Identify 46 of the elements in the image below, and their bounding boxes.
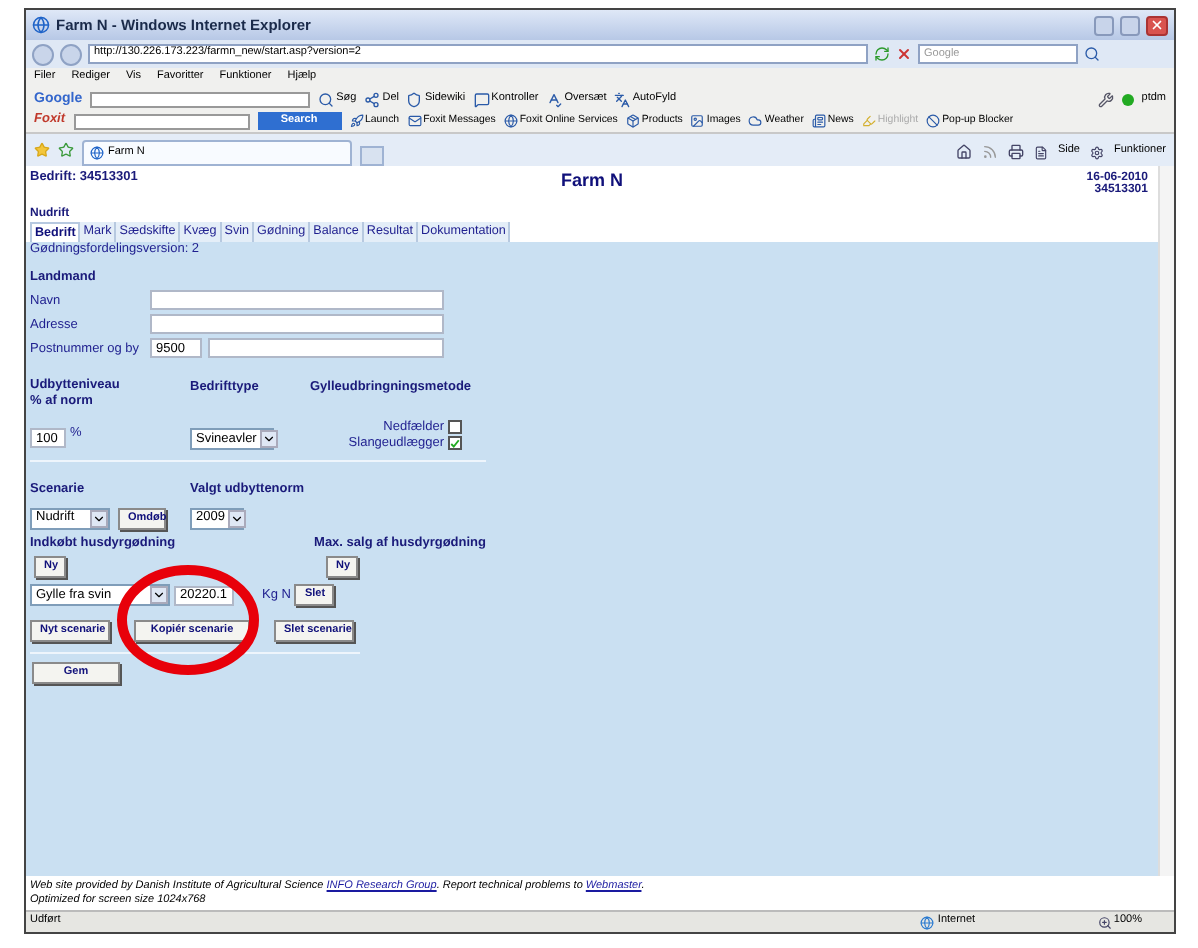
page-icon: [1033, 145, 1048, 159]
input-field[interactable]: [150, 290, 444, 311]
input-field[interactable]: [208, 338, 444, 359]
blocked-icon: [926, 114, 941, 128]
wrench-icon[interactable]: [1097, 91, 1114, 107]
browser-logo-icon: [32, 16, 50, 34]
new-tab-button[interactable]: [360, 146, 384, 166]
share-icon: [364, 91, 381, 107]
stop-icon[interactable]: [896, 46, 912, 62]
newspaper-icon: [811, 114, 826, 128]
translate-icon: [614, 91, 631, 107]
image-icon: [690, 114, 705, 128]
page-title: Farm N: [560, 172, 623, 190]
annotation-ellipse: [116, 564, 260, 676]
globe-icon: [919, 915, 934, 929]
globe-icon: [90, 146, 104, 160]
checkbox[interactable]: [448, 420, 462, 435]
cloud-icon: [748, 114, 763, 128]
speech-bubble-icon: [473, 91, 490, 107]
refresh-icon[interactable]: [874, 46, 890, 62]
minimize-button[interactable]: [1094, 15, 1114, 35]
forward-button[interactable]: [60, 43, 82, 65]
add-favorite-icon[interactable]: [58, 142, 74, 158]
favorites-star-icon[interactable]: [34, 142, 50, 158]
close-button[interactable]: [1146, 15, 1168, 35]
back-button[interactable]: [32, 43, 54, 65]
search-icon[interactable]: [1084, 46, 1100, 62]
search-icon: [318, 91, 335, 107]
feed-icon[interactable]: [981, 144, 998, 160]
home-icon[interactable]: [955, 144, 972, 160]
globe-icon: [503, 114, 518, 128]
close-icon: [1150, 18, 1164, 32]
checkbox[interactable]: [448, 436, 462, 451]
maximize-button[interactable]: [1120, 15, 1140, 35]
package-icon: [625, 114, 640, 128]
spellcheck-icon: [546, 91, 563, 107]
rocket-icon: [349, 114, 364, 128]
zoom-icon: [1097, 915, 1112, 929]
input-field[interactable]: [150, 314, 444, 335]
shield-icon: [406, 91, 423, 107]
highlighter-icon: [861, 114, 876, 128]
toolbar-search-field[interactable]: [73, 113, 250, 129]
toolbar-search-field[interactable]: [90, 91, 311, 107]
gear-icon: [1090, 145, 1104, 159]
print-icon[interactable]: [1007, 144, 1024, 160]
mail-icon: [407, 114, 422, 128]
